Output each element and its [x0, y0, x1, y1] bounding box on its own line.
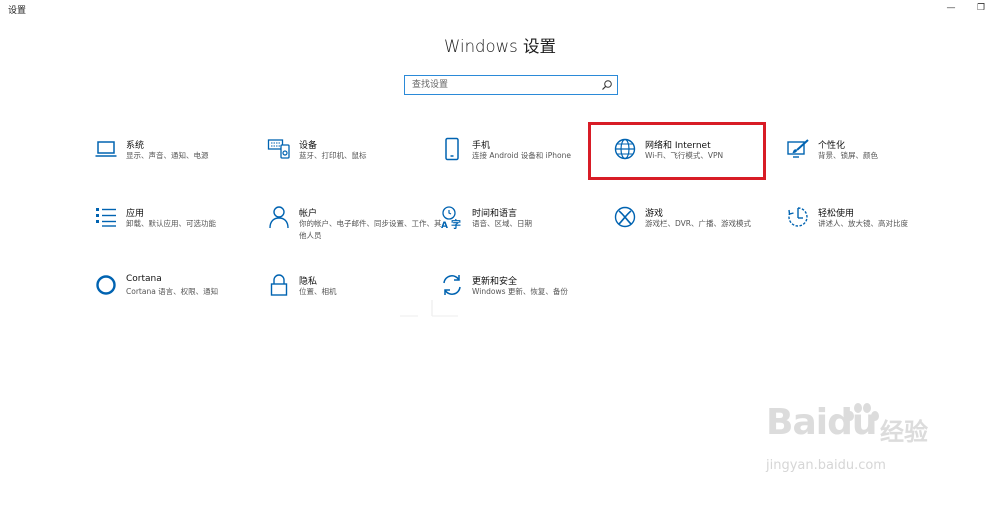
paw-icon — [846, 403, 879, 421]
laptop-icon — [94, 137, 118, 161]
person-icon — [267, 205, 291, 229]
devices-icon — [267, 137, 291, 161]
tile-desc: 语音、区域、日期 — [472, 219, 532, 228]
tile-update-security[interactable]: 更新和安全 Windows 更新、恢复、备份 — [440, 273, 610, 313]
tile-system[interactable]: 系统 显示、声音、通知、电源 — [94, 137, 264, 177]
tile-gaming[interactable]: 游戏 游戏栏、DVR、广播、游戏模式 — [613, 205, 783, 245]
tile-cortana[interactable]: Cortana Cortana 语言、权限、通知 — [94, 273, 264, 313]
tile-desc: Windows 更新、恢复、备份 — [472, 287, 568, 296]
highlight-annotation — [588, 122, 766, 180]
page-title: Windows 设置 — [444, 37, 556, 56]
tile-desc: Cortana 语言、权限、通知 — [126, 287, 219, 296]
tile-desc: 游戏栏、DVR、广播、游戏模式 — [645, 219, 751, 228]
title-bar: 设置 — ❐ — [0, 0, 1000, 18]
search-input[interactable] — [412, 78, 592, 92]
lock-icon — [267, 273, 291, 297]
phone-icon — [440, 137, 464, 161]
window-title: 设置 — [8, 6, 27, 16]
tile-ease-of-access[interactable]: 轻松使用 讲述人、放大镜、高对比度 — [786, 205, 956, 245]
tile-time-language[interactable]: A字 时间和语言 语音、区域、日期 — [440, 205, 610, 245]
cortana-icon — [94, 273, 118, 297]
time-language-icon: A字 — [440, 205, 464, 229]
svg-text:字: 字 — [451, 218, 461, 229]
tile-apps[interactable]: 应用 卸载、默认应用、可选功能 — [94, 205, 264, 245]
tile-desc: 背景、锁屏、颜色 — [818, 151, 878, 160]
tile-phone[interactable]: 手机 连接 Android 设备和 iPhone — [440, 137, 610, 177]
apps-list-icon — [94, 205, 118, 229]
tile-desc: 卸载、默认应用、可选功能 — [126, 219, 216, 228]
xbox-icon — [613, 205, 637, 229]
restore-button[interactable]: ❐ — [966, 0, 996, 16]
tile-desc: 蓝牙、打印机、鼠标 — [299, 151, 367, 160]
svg-text:A: A — [441, 221, 448, 229]
sync-icon — [440, 273, 464, 297]
ease-of-access-icon — [786, 205, 810, 229]
tile-accounts[interactable]: 帐户 你的帐户、电子邮件、同步设置、工作、其他人员 — [267, 205, 442, 245]
watermark-cn: 经验 — [880, 418, 928, 446]
tile-name: Cortana — [126, 274, 162, 284]
watermark-url: jingyan.baidu.com — [766, 458, 886, 473]
minimize-button[interactable]: — — [936, 0, 966, 16]
search-box[interactable] — [404, 75, 618, 95]
paintbrush-icon — [786, 137, 810, 161]
artifact-lines — [400, 300, 458, 317]
baidu-watermark: Baidu 经验 jingyan.baidu.com — [758, 398, 958, 488]
tile-desc: 讲述人、放大镜、高对比度 — [818, 219, 908, 228]
tile-desc: 你的帐户、电子邮件、同步设置、工作、其他人员 — [299, 219, 442, 240]
tile-personalization[interactable]: 个性化 背景、锁屏、颜色 — [786, 137, 956, 177]
tile-desc: 显示、声音、通知、电源 — [126, 151, 209, 160]
tile-desc: 位置、相机 — [299, 287, 337, 296]
search-icon[interactable] — [601, 79, 613, 91]
tile-devices[interactable]: 设备 蓝牙、打印机、鼠标 — [267, 137, 437, 177]
